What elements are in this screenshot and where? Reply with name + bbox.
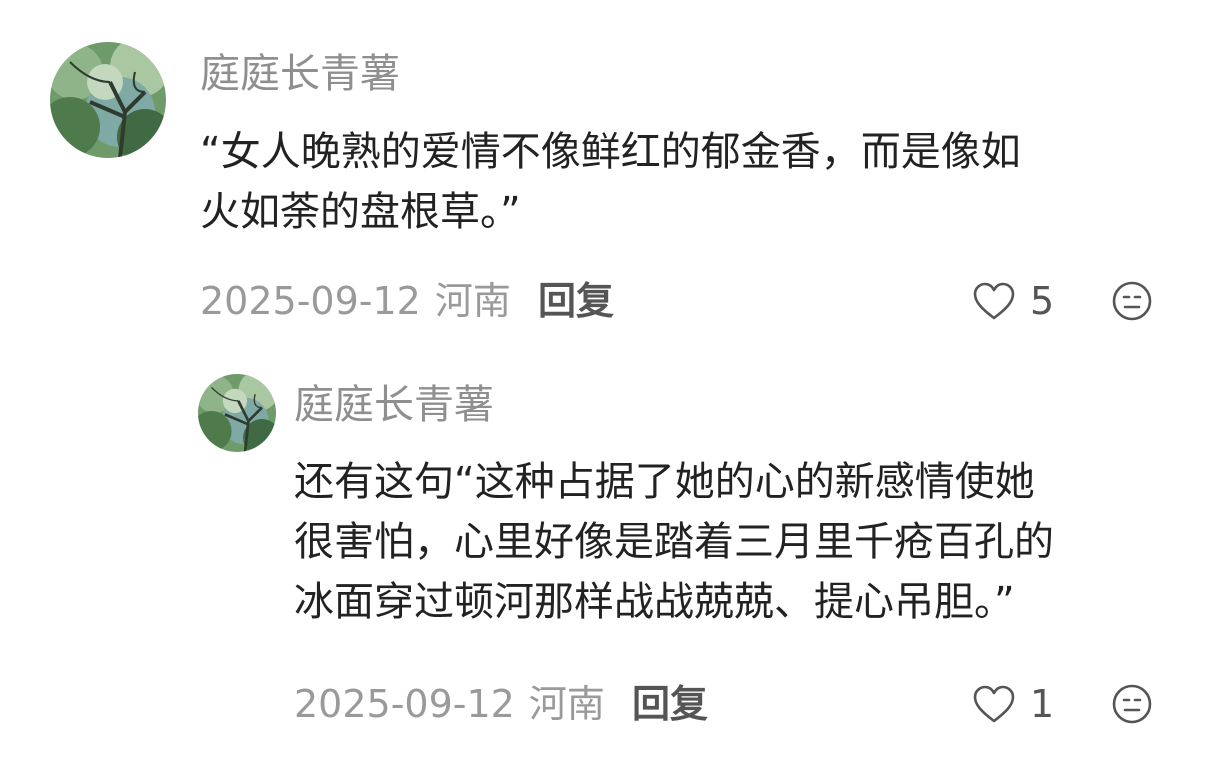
avatar-tree-image [50,42,166,158]
comment-meta: 2025-09-12 河南 [200,277,511,325]
reply-button[interactable]: 回复 [632,680,708,728]
dislike-face-icon[interactable] [1111,280,1153,322]
comment-text-line: 很害怕，心里好像是踏着三月里千疮百孔的 [294,519,1054,565]
username[interactable]: 庭庭长青薯 [294,381,494,429]
heart-icon [972,281,1016,321]
like-count: 5 [1030,279,1055,323]
comment-text: 还有这句“这种占据了她的心的新感情使她 很害怕，心里好像是踏着三月里千疮百孔的 … [294,452,1054,632]
like-button[interactable]: 5 [972,277,1054,325]
avatar[interactable] [198,374,276,452]
comment-date: 2025-09-12 [200,279,421,323]
comment-text: “女人晚熟的爱情不像鲜红的郁金香，而是像如 火如荼的盘根草。” [200,122,1021,242]
heart-icon [972,684,1016,724]
comment-meta: 2025-09-12 河南 [294,680,605,728]
comment-text-line: 还有这句“这种占据了她的心的新感情使她 [294,459,1035,505]
like-count: 1 [1030,682,1055,726]
dislike-face-icon[interactable] [1111,683,1153,725]
comment-text-line: 火如荼的盘根草。” [200,189,521,235]
avatar-tree-image [198,374,276,452]
comment-text-line: “女人晚熟的爱情不像鲜红的郁金香，而是像如 [200,129,1021,175]
comment-location: 河南 [528,682,605,726]
comment-text-line: 冰面穿过顿河那样战战兢兢、提心吊胆。” [294,579,1015,625]
username[interactable]: 庭庭长青薯 [200,50,400,98]
comment-date: 2025-09-12 [294,682,515,726]
avatar[interactable] [50,42,166,158]
comment-location: 河南 [434,279,511,323]
reply-button[interactable]: 回复 [538,277,614,325]
like-button[interactable]: 1 [972,680,1054,728]
